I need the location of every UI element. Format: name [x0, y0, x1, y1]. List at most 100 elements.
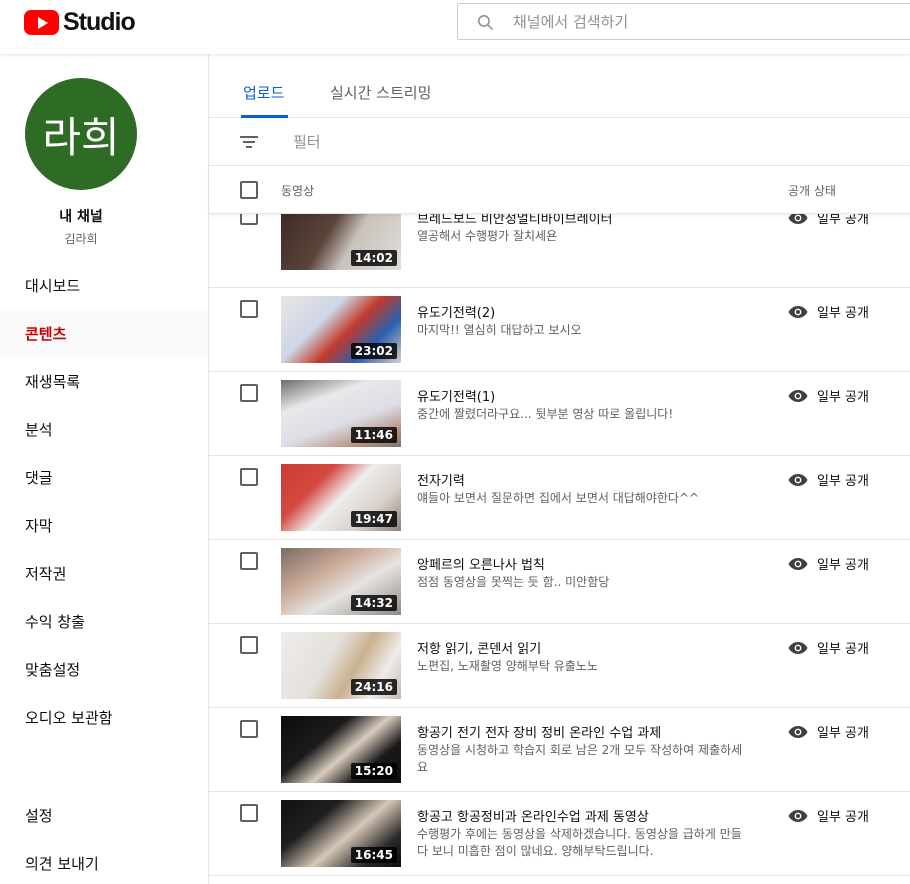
row-checkbox[interactable]: [240, 720, 258, 738]
visibility-label: 일부 공개: [817, 306, 869, 321]
top-header: Studio: [0, 0, 910, 54]
filter-label[interactable]: 필터: [293, 131, 321, 152]
video-thumbnail[interactable]: 24:16: [281, 632, 401, 699]
row-checkbox[interactable]: [240, 468, 258, 486]
table-row[interactable]: 19:47 전자기력 얘들아 보면서 질문하면 집에서 보면서 대답해야한다^^…: [209, 456, 910, 540]
video-title[interactable]: 저항 읽기, 콘덴서 읽기: [417, 638, 541, 657]
tab-live[interactable]: 실시간 스트리밍: [330, 82, 431, 103]
sidebar-item-customization[interactable]: 맞춤설정: [0, 645, 208, 693]
row-checkbox[interactable]: [240, 804, 258, 822]
channel-title: 내 채널: [59, 209, 103, 225]
video-duration: 15:20: [350, 763, 397, 779]
avatar[interactable]: 라희: [25, 78, 137, 190]
filter-bar[interactable]: 필터: [209, 118, 910, 166]
video-thumbnail[interactable]: 19:47: [281, 464, 401, 531]
sidebar-item-label: 재생목록: [25, 372, 81, 391]
video-title[interactable]: 유도기전력(1): [417, 386, 495, 405]
sidebar-item-label: 분석: [25, 420, 53, 439]
table-header: 동영상 공개 상태: [209, 166, 910, 214]
video-title[interactable]: 유도기전력(2): [417, 302, 495, 321]
sidebar-item-content[interactable]: 콘텐츠: [0, 309, 208, 357]
sidebar-item-playlists[interactable]: 재생목록: [0, 357, 208, 405]
sidebar: 라희 내 채널 김라희 대시보드 콘텐츠 재생목록 분석 댓글 자막 저작권 수…: [0, 54, 209, 884]
visibility-label: 일부 공개: [817, 642, 869, 657]
sidebar-item-dashboard[interactable]: 대시보드: [0, 261, 208, 309]
main-content: 업로드 실시간 스트리밍 필터 동영상 공개 상태 14:02 브레드보드 비안…: [209, 54, 910, 884]
sidebar-item-feedback[interactable]: 의견 보내기: [0, 839, 208, 884]
video-thumbnail[interactable]: 14:32: [281, 548, 401, 615]
visibility-status[interactable]: 일부 공개: [788, 386, 869, 405]
table-row[interactable]: 15:20 항공기 전기 전자 장비 정비 온라인 수업 과제 동영상을 시청하…: [209, 708, 910, 792]
visibility-status[interactable]: 일부 공개: [788, 470, 869, 489]
video-thumbnail[interactable]: 11:46: [281, 380, 401, 447]
video-duration: 24:16: [350, 679, 397, 695]
sidebar-item-comments[interactable]: 댓글: [0, 453, 208, 501]
eye-icon: [788, 809, 808, 822]
video-thumbnail[interactable]: 15:20: [281, 716, 401, 783]
column-header-visibility[interactable]: 공개 상태: [788, 182, 836, 199]
sidebar-item-copyright[interactable]: 저작권: [0, 549, 208, 597]
row-checkbox[interactable]: [240, 636, 258, 654]
video-title[interactable]: 전자기력: [417, 470, 465, 489]
video-description: 열공해서 수행평가 잘치세욘: [417, 229, 558, 243]
video-duration: 23:02: [350, 343, 397, 359]
youtube-play-icon: [24, 9, 59, 35]
visibility-status[interactable]: 일부 공개: [788, 302, 869, 321]
video-title[interactable]: 항공기 전기 전자 장비 정비 온라인 수업 과제: [417, 722, 661, 741]
search-icon: [477, 14, 494, 31]
table-row[interactable]: 23:02 유도기전력(2) 마지막!! 열심히 대답하고 보시오 일부 공개: [209, 288, 910, 372]
sidebar-item-label: 댓글: [25, 468, 53, 487]
video-description: 점점 동영상을 못찍는 듯 함.. 미안함당: [417, 575, 610, 589]
visibility-status[interactable]: 일부 공개: [788, 554, 869, 573]
logo-text: Studio: [63, 7, 136, 36]
visibility-label: 일부 공개: [817, 558, 869, 573]
video-duration: 11:46: [350, 427, 397, 443]
eye-icon: [788, 641, 808, 654]
video-description: 마지막!! 열심히 대답하고 보시오: [417, 323, 582, 337]
sidebar-item-audio-library[interactable]: 오디오 보관함: [0, 693, 208, 741]
sidebar-item-monetization[interactable]: 수익 창출: [0, 597, 208, 645]
video-thumbnail[interactable]: 16:45: [281, 800, 401, 867]
video-description: 얘들아 보면서 질문하면 집에서 보면서 대답해야한다^^: [417, 491, 700, 505]
sidebar-item-label: 저작권: [25, 564, 67, 583]
visibility-label: 일부 공개: [817, 810, 869, 825]
sidebar-item-settings[interactable]: 설정: [0, 791, 208, 839]
video-title[interactable]: 항공고 항공정비과 온라인수업 과제 동영상: [417, 806, 649, 825]
eye-icon: [788, 389, 808, 402]
table-row[interactable]: 11:46 유도기전력(1) 중간에 짤렸더라구요... 뒷부분 영상 따로 올…: [209, 372, 910, 456]
eye-icon: [788, 473, 808, 486]
search-input[interactable]: [513, 4, 893, 39]
sidebar-item-subtitles[interactable]: 자막: [0, 501, 208, 549]
filter-icon[interactable]: [240, 135, 258, 149]
studio-logo[interactable]: Studio: [24, 7, 136, 36]
table-row[interactable]: 14:32 앙페르의 오른나사 법칙 점점 동영상을 못찍는 듯 함.. 미안함…: [209, 540, 910, 624]
video-description: 노편집, 노재촬영 양해부탁 유출노노: [417, 659, 598, 673]
select-all-checkbox[interactable]: [240, 181, 258, 199]
tab-bar: 업로드 실시간 스트리밍: [209, 54, 910, 118]
visibility-label: 일부 공개: [817, 474, 869, 489]
search-box[interactable]: [457, 3, 910, 40]
row-checkbox[interactable]: [240, 384, 258, 402]
visibility-status[interactable]: 일부 공개: [788, 638, 869, 657]
visibility-status[interactable]: 일부 공개: [788, 806, 869, 825]
video-duration: 16:45: [350, 847, 397, 863]
channel-name: 김라희: [64, 232, 98, 246]
video-duration: 19:47: [350, 511, 397, 527]
sidebar-item-label: 맞춤설정: [25, 660, 81, 679]
sidebar-item-analytics[interactable]: 분석: [0, 405, 208, 453]
tab-uploads[interactable]: 업로드: [243, 82, 284, 103]
table-row[interactable]: 24:16 저항 읽기, 콘덴서 읽기 노편집, 노재촬영 양해부탁 유출노노 …: [209, 624, 910, 708]
visibility-status[interactable]: 일부 공개: [788, 722, 869, 741]
sidebar-item-label: 수익 창출: [25, 612, 85, 631]
table-row[interactable]: 14:02 브레드보드 비안정멀티바이브레이터 열공해서 수행평가 잘치세욘 일…: [209, 204, 910, 288]
video-description: 수행평가 후에는 동영상을 삭제하겠습니다. 동영상을 급하게 만들다 보니 미…: [417, 827, 742, 858]
visibility-label: 일부 공개: [817, 726, 869, 741]
video-title[interactable]: 앙페르의 오른나사 법칙: [417, 554, 545, 573]
table-row[interactable]: 16:45 항공고 항공정비과 온라인수업 과제 동영상 수행평가 후에는 동영…: [209, 792, 910, 876]
sidebar-item-label: 자막: [25, 516, 53, 535]
row-checkbox[interactable]: [240, 300, 258, 318]
row-checkbox[interactable]: [240, 552, 258, 570]
video-description: 동영상을 시청하고 학습지 회로 남은 2개 모두 작성하여 제출하세요: [417, 743, 743, 774]
video-thumbnail[interactable]: 23:02: [281, 296, 401, 363]
column-header-video[interactable]: 동영상: [281, 182, 314, 199]
